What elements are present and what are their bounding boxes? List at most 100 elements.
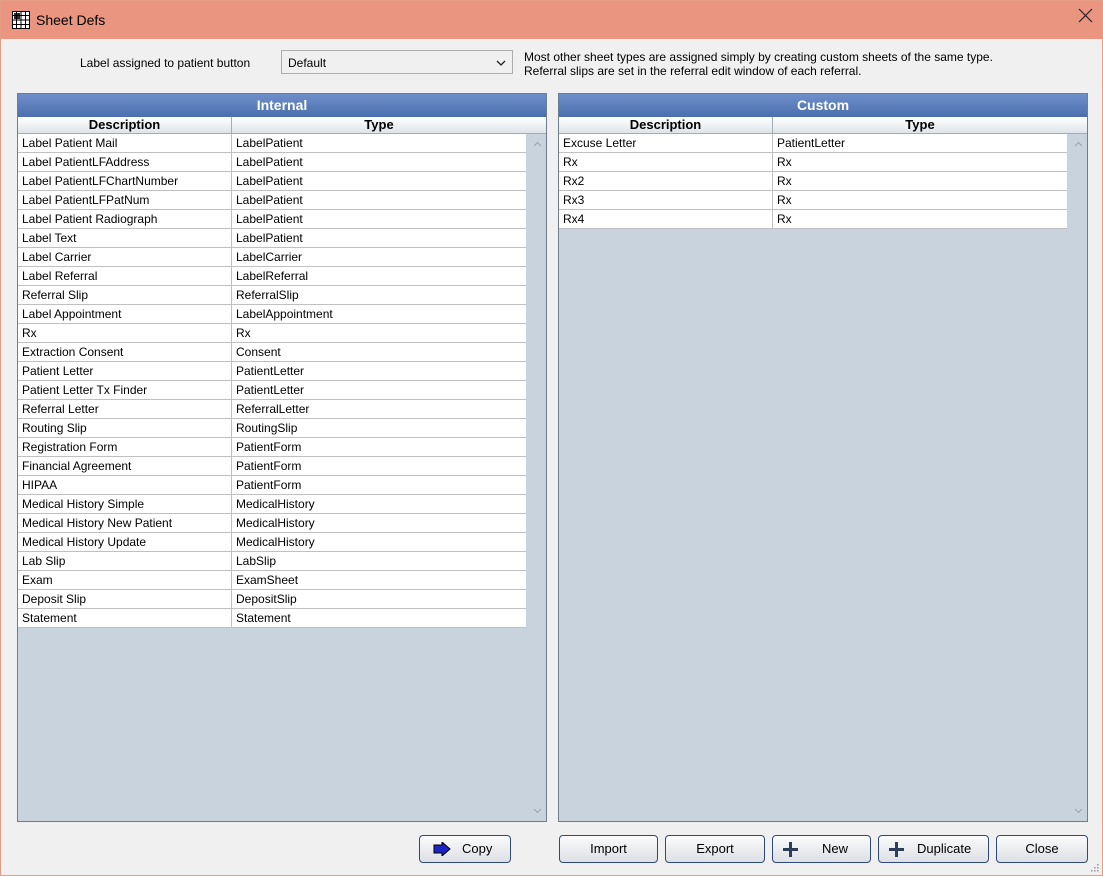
row-type: ReferralLetter — [236, 402, 310, 416]
table-row[interactable]: Rx3 Rx — [559, 191, 1067, 210]
import-button[interactable]: Import — [559, 835, 658, 863]
table-row[interactable]: Registration Form PatientForm — [18, 438, 526, 457]
patient-button-label: Label assigned to patient button — [80, 56, 251, 70]
custom-col-type[interactable]: Type — [773, 117, 1067, 133]
table-row[interactable]: Label Carrier LabelCarrier — [18, 248, 526, 267]
custom-grid-rows: Excuse Letter PatientLetter Rx Rx Rx2 Rx Rx3 Rx… — [559, 134, 1067, 229]
row-type: RoutingSlip — [236, 421, 298, 435]
custom-grid-header: Description Type — [559, 117, 1087, 134]
table-row[interactable]: Label Text LabelPatient — [18, 229, 526, 248]
scroll-down-icon[interactable] — [1074, 806, 1083, 815]
table-row[interactable]: Extraction Consent Consent — [18, 343, 526, 362]
new-button[interactable]: New — [772, 835, 871, 863]
internal-grid: Internal Description Type Label Patient … — [17, 93, 547, 822]
chevron-down-icon — [496, 60, 506, 66]
row-description: Rx2 — [559, 172, 773, 190]
close-icon[interactable] — [1074, 5, 1096, 27]
copy-button[interactable]: Copy — [419, 835, 511, 863]
table-row[interactable]: Medical History Simple MedicalHistory — [18, 495, 526, 514]
row-type: Rx — [777, 212, 792, 226]
row-type: LabSlip — [236, 554, 277, 568]
row-type: LabelPatient — [236, 212, 303, 226]
table-row[interactable]: Rx2 Rx — [559, 172, 1067, 191]
table-row[interactable]: Medical History New Patient MedicalHistor… — [18, 514, 526, 533]
custom-col-description[interactable]: Description — [559, 117, 773, 133]
duplicate-button[interactable]: Duplicate — [878, 835, 989, 863]
row-description: Label Patient Mail — [18, 134, 232, 152]
table-row[interactable]: Rx Rx — [18, 324, 526, 343]
table-row[interactable]: Label Appointment LabelAppointment — [18, 305, 526, 324]
export-button[interactable]: Export — [665, 835, 765, 863]
custom-scrollbar[interactable] — [1070, 134, 1087, 821]
patient-button-select-value: Default — [288, 56, 327, 70]
row-description: Referral Letter — [18, 400, 232, 418]
row-type: PatientForm — [236, 478, 302, 492]
plus-icon — [783, 842, 798, 857]
row-type: PatientForm — [236, 459, 302, 473]
row-description: Label PatientLFPatNum — [18, 191, 232, 209]
table-row[interactable]: HIPAA PatientForm — [18, 476, 526, 495]
table-row[interactable]: Label Referral LabelReferral — [18, 267, 526, 286]
row-description: Statement — [18, 609, 232, 627]
row-description: Medical History New Patient — [18, 514, 232, 532]
row-description: Deposit Slip — [18, 590, 232, 608]
row-type: PatientLetter — [777, 136, 846, 150]
row-description: Patient Letter Tx Finder — [18, 381, 232, 399]
close-button-label: Close — [1025, 841, 1059, 856]
internal-col-description[interactable]: Description — [18, 117, 232, 133]
row-type: LabelPatient — [236, 155, 303, 169]
row-type: Rx — [777, 193, 792, 207]
row-type: Statement — [236, 611, 291, 625]
resize-grip-icon[interactable] — [1089, 862, 1099, 872]
scroll-up-icon[interactable] — [533, 140, 542, 149]
row-type: MedicalHistory — [236, 497, 315, 511]
close-button[interactable]: Close — [996, 835, 1088, 863]
row-type: LabelAppointment — [236, 307, 333, 321]
table-row[interactable]: Label PatientLFAddress LabelPatient — [18, 153, 526, 172]
table-row[interactable]: Routing Slip RoutingSlip — [18, 419, 526, 438]
row-type: PatientLetter — [236, 383, 305, 397]
arrow-right-icon — [433, 842, 451, 856]
table-row[interactable]: Label Patient Mail LabelPatient — [18, 134, 526, 153]
table-row[interactable]: Rx4 Rx — [559, 210, 1067, 229]
sheet-defs-window: Sheet Defs Label assigned to patient but… — [0, 0, 1103, 876]
row-type: LabelPatient — [236, 174, 303, 188]
row-type: MedicalHistory — [236, 516, 315, 530]
internal-grid-title: Internal — [18, 94, 546, 117]
row-type: LabelPatient — [236, 231, 303, 245]
table-row[interactable]: Medical History Update MedicalHistory — [18, 533, 526, 552]
row-type: Rx — [777, 174, 792, 188]
table-row[interactable]: Patient Letter PatientLetter — [18, 362, 526, 381]
row-type: Consent — [236, 345, 281, 359]
table-row[interactable]: Lab Slip LabSlip — [18, 552, 526, 571]
row-description: Rx4 — [559, 210, 773, 228]
row-description: Rx — [18, 324, 232, 342]
table-row[interactable]: Label PatientLFChartNumber LabelPatient — [18, 172, 526, 191]
table-row[interactable]: Exam ExamSheet — [18, 571, 526, 590]
table-row[interactable]: Statement Statement — [18, 609, 526, 628]
row-type: DepositSlip — [236, 592, 297, 606]
table-row[interactable]: Rx Rx — [559, 153, 1067, 172]
table-row[interactable]: Referral Letter ReferralLetter — [18, 400, 526, 419]
export-button-label: Export — [696, 841, 734, 856]
table-row[interactable]: Label PatientLFPatNum LabelPatient — [18, 191, 526, 210]
table-row[interactable]: Financial Agreement PatientForm — [18, 457, 526, 476]
row-description: Rx — [559, 153, 773, 171]
row-description: Rx3 — [559, 191, 773, 209]
row-description: Extraction Consent — [18, 343, 232, 361]
table-row[interactable]: Patient Letter Tx Finder PatientLetter — [18, 381, 526, 400]
table-row[interactable]: Deposit Slip DepositSlip — [18, 590, 526, 609]
row-description: Exam — [18, 571, 232, 589]
scroll-up-icon[interactable] — [1074, 140, 1083, 149]
scroll-down-icon[interactable] — [533, 806, 542, 815]
row-description: Lab Slip — [18, 552, 232, 570]
table-row[interactable]: Referral Slip ReferralSlip — [18, 286, 526, 305]
internal-scrollbar[interactable] — [529, 134, 546, 821]
patient-button-select[interactable]: Default — [281, 50, 513, 74]
grid-icon — [12, 11, 30, 29]
table-row[interactable]: Label Patient Radiograph LabelPatient — [18, 210, 526, 229]
table-row[interactable]: Excuse Letter PatientLetter — [559, 134, 1067, 153]
row-type: MedicalHistory — [236, 535, 315, 549]
internal-col-type[interactable]: Type — [232, 117, 526, 133]
title-bar[interactable]: Sheet Defs — [1, 1, 1102, 39]
